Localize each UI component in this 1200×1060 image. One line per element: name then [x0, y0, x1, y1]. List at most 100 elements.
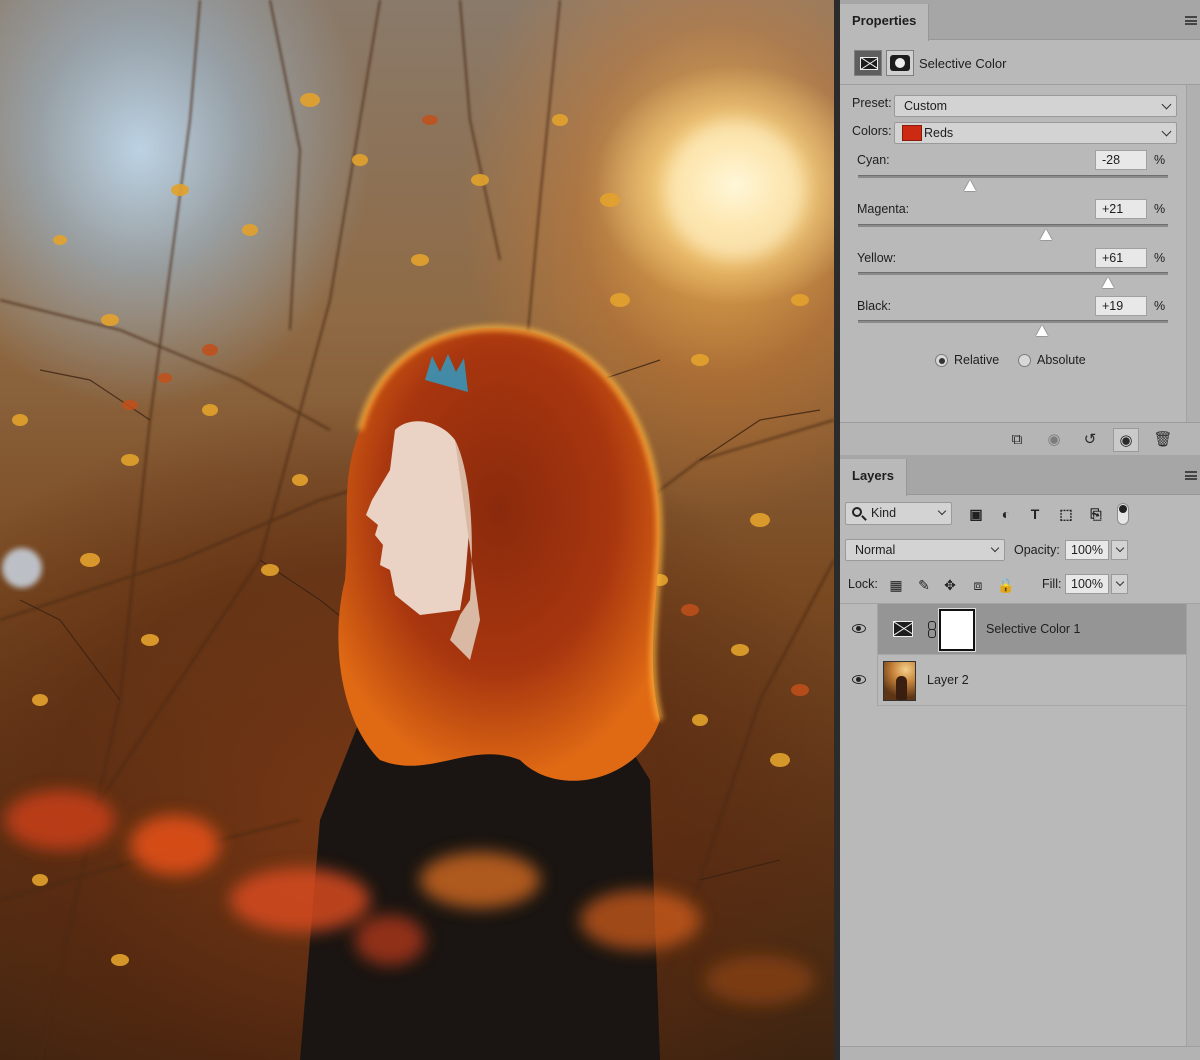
shape-layer-filter-icon[interactable]: ⬚ [1056, 505, 1076, 523]
lock-all-icon[interactable]: 🔒 [997, 576, 1015, 594]
chevron-down-icon [1115, 577, 1125, 587]
type-layer-filter-icon[interactable]: T [1025, 505, 1045, 523]
panel-menu-icon[interactable] [1185, 16, 1197, 25]
opacity-field[interactable]: 100% [1065, 540, 1109, 560]
layer-filter-row: Kind ▣ ◐ T ⬚ ⎘ [840, 495, 1200, 533]
eye-icon [852, 675, 866, 684]
chevron-down-icon [1161, 99, 1172, 110]
magenta-value-field[interactable]: +21 [1095, 199, 1147, 219]
lock-position-icon[interactable]: ✥ [941, 576, 959, 594]
slider-label: Magenta: [857, 202, 910, 216]
lock-image-pixels-icon[interactable]: ✎ [915, 576, 933, 594]
lock-label: Lock: [848, 577, 878, 591]
colors-value: Reds [924, 126, 954, 140]
colors-label: Colors: [852, 124, 892, 138]
view-previous-state-icon: ◉ [1047, 431, 1061, 448]
slider-track[interactable] [858, 320, 1168, 323]
smart-object-filter-icon[interactable]: ⎘ [1086, 505, 1106, 523]
lock-row: Lock: ▦ ✎ ✥ ⧈ 🔒 Fill: 100% [840, 566, 1200, 604]
percent-label: % [1154, 251, 1166, 265]
yellow-value-field[interactable]: +61 [1095, 248, 1147, 268]
preset-label: Preset: [852, 96, 892, 110]
layers-empty-area [840, 706, 1186, 1046]
clip-to-layer-icon: ⧉ [1011, 431, 1023, 448]
fill-label: Fill: [1042, 577, 1062, 591]
chevron-down-icon [1161, 126, 1172, 137]
layers-footer [840, 1046, 1200, 1060]
layers-tabbar: Layers [840, 455, 1200, 496]
slider-thumb[interactable] [1036, 325, 1049, 336]
fill-dropdown[interactable] [1111, 574, 1128, 594]
slider-label: Cyan: [857, 153, 890, 167]
opacity-label: Opacity: [1014, 543, 1060, 557]
properties-footer: ⧉ ◉ ↺ ◉ 🗑 [840, 422, 1200, 455]
photoshop-window: Properties Selective Color Preset: Custo… [0, 0, 1200, 1060]
eye-icon [852, 624, 866, 633]
lock-artboard-icon[interactable]: ⧈ [969, 576, 987, 594]
percent-label: % [1154, 202, 1166, 216]
percent-label: % [1154, 299, 1166, 313]
absolute-label: Absolute [1037, 353, 1086, 367]
black-value-field[interactable]: +19 [1095, 296, 1147, 316]
toggle-visibility-button[interactable]: ◉ [1113, 428, 1139, 452]
chevron-down-icon [1115, 543, 1125, 553]
properties-tabbar: Properties [840, 0, 1200, 41]
layers-scrollbar[interactable] [1186, 604, 1200, 1046]
preset-dropdown[interactable]: Custom [894, 95, 1177, 117]
chevron-down-icon [937, 506, 947, 516]
relative-radio[interactable] [935, 354, 948, 367]
mask-settings-button[interactable] [886, 50, 914, 76]
tab-properties[interactable]: Properties [840, 4, 930, 41]
tab-layers[interactable]: Layers [840, 459, 907, 496]
slider-label: Yellow: [857, 251, 897, 265]
delete-icon: 🗑 [1153, 431, 1173, 448]
pixel-layer-filter-icon[interactable]: ▣ [966, 505, 986, 523]
slider-track[interactable] [858, 175, 1168, 178]
layer-row-layer-2[interactable]: Layer 2 [840, 655, 1186, 706]
layer-mask-thumbnail[interactable] [938, 608, 976, 652]
blend-mode-value: Normal [855, 543, 896, 557]
layers-panel: Layers Kind ▣ ◐ T ⬚ ⎘ Normal Opacity: 10… [840, 455, 1200, 1060]
delete-adjustment-button[interactable]: 🗑 [1150, 428, 1176, 452]
opacity-dropdown[interactable] [1111, 540, 1128, 560]
visibility-toggle[interactable] [840, 604, 878, 655]
selective-color-icon [893, 621, 913, 637]
panel-menu-icon[interactable] [1185, 471, 1197, 480]
document-canvas[interactable] [0, 0, 834, 1060]
preset-value: Custom [904, 99, 948, 113]
slider-track[interactable] [858, 272, 1168, 275]
slider-track[interactable] [858, 224, 1168, 227]
lock-transparent-pixels-icon[interactable]: ▦ [887, 576, 905, 594]
canvas-photo [0, 0, 834, 1060]
slider-label: Black: [857, 299, 892, 313]
reset-icon: ↺ [1083, 431, 1097, 448]
layer-thumbnail [883, 661, 916, 701]
filter-kind-dropdown[interactable]: Kind [845, 502, 952, 525]
colors-dropdown[interactable]: Reds [894, 122, 1177, 144]
clip-to-layer-button[interactable]: ⧉ [1004, 428, 1030, 452]
adjustment-header: Selective Color [840, 41, 1200, 85]
reset-button[interactable]: ↺ [1077, 428, 1103, 452]
adjustment-layer-filter-icon[interactable]: ◐ [996, 505, 1016, 523]
properties-panel: Properties Selective Color Preset: Custo… [840, 0, 1200, 455]
slider-thumb[interactable] [1101, 277, 1114, 288]
layer-name[interactable]: Selective Color 1 [986, 622, 1081, 636]
layer-row-selective-color[interactable]: Selective Color 1 [840, 604, 1186, 655]
visibility-toggle[interactable] [840, 655, 878, 706]
percent-label: % [1154, 153, 1166, 167]
layer-name[interactable]: Layer 2 [927, 673, 969, 687]
color-swatch [902, 125, 922, 141]
relative-label: Relative [954, 353, 1000, 367]
blend-mode-dropdown[interactable]: Normal [845, 539, 1005, 561]
absolute-radio[interactable] [1018, 354, 1031, 367]
adjustment-settings-button[interactable] [854, 50, 882, 76]
link-icon[interactable] [928, 621, 936, 638]
slider-thumb[interactable] [963, 180, 976, 191]
properties-scrollbar[interactable] [1186, 85, 1200, 422]
slider-thumb[interactable] [1039, 229, 1052, 240]
cyan-value-field[interactable]: -28 [1095, 150, 1147, 170]
filter-toggle[interactable] [1117, 503, 1129, 525]
visibility-icon: ◉ [1119, 432, 1133, 449]
fill-field[interactable]: 100% [1065, 574, 1109, 594]
view-previous-state-button[interactable]: ◉ [1041, 428, 1067, 452]
